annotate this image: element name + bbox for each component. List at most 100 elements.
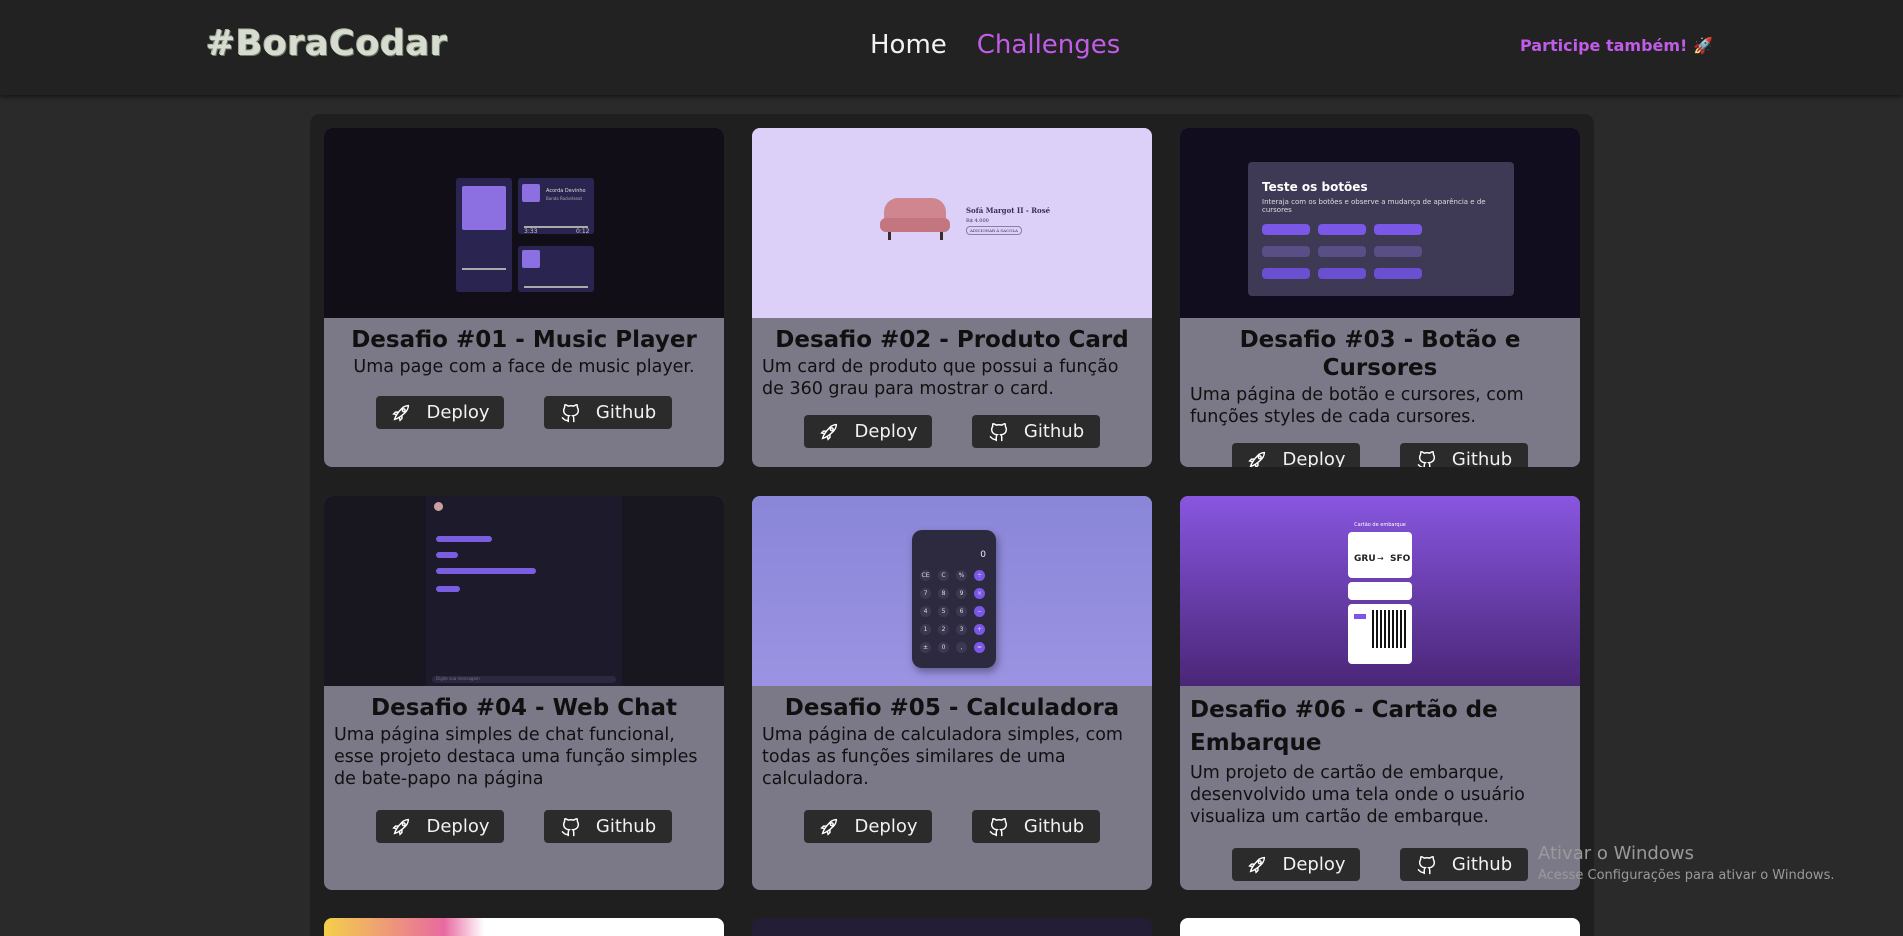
rocket-icon — [1248, 451, 1266, 467]
calc-key: 3 — [956, 624, 967, 635]
thumb-chat-placeholder: Digite sua mensagem — [436, 676, 480, 681]
thumb-heading: Teste os botões — [1262, 180, 1368, 194]
calc-key: ÷ — [974, 570, 985, 581]
card-title: Desafio #01 - Music Player — [351, 327, 697, 353]
deploy-button[interactable]: Deploy — [376, 396, 504, 429]
card-description: Uma página de botão e cursores, com funç… — [1190, 385, 1524, 427]
calc-key: 5 — [938, 606, 949, 617]
calc-key: CE — [920, 570, 931, 581]
github-button[interactable]: Github — [972, 415, 1100, 448]
thumb-calc-display: 0 — [980, 550, 986, 560]
card-thumbnail: Cartão de embarque GRU → SFO — [1180, 496, 1580, 686]
deploy-label: Deploy — [854, 816, 918, 837]
calc-key: ± — [920, 642, 931, 653]
rocket-icon — [820, 818, 838, 836]
thumb-time-end: 0:12 — [576, 228, 590, 235]
main-nav: Home Challenges — [870, 30, 1120, 60]
challenge-card-03: Teste os botões Interaja com os botões e… — [1180, 128, 1580, 467]
github-icon — [561, 403, 579, 422]
github-label: Github — [1451, 854, 1513, 875]
thumb-ticket-heading: Cartão de embarque — [1354, 522, 1406, 528]
challenge-card-09-preview — [1180, 918, 1580, 936]
thumb-ticket-from: GRU — [1354, 554, 1376, 564]
challenges-grid: Acorda Devinho Banda Rocketseat 3:33 0:1… — [310, 114, 1594, 936]
card-thumbnail: Digite sua mensagem — [324, 496, 724, 686]
github-icon — [561, 817, 579, 836]
calc-key: 2 — [938, 624, 949, 635]
deploy-button[interactable]: Deploy — [1232, 443, 1360, 467]
card-title: Desafio #03 - Botão e Cursores — [1239, 327, 1521, 381]
thumb-product-button: ADICIONAR À SACOLA — [966, 226, 1022, 235]
github-button[interactable]: Github — [972, 810, 1100, 843]
watermark-title: Ativar o Windows — [1538, 843, 1694, 864]
deploy-button[interactable]: Deploy — [804, 810, 932, 843]
calc-key: C — [938, 570, 949, 581]
site-logo[interactable]: #BoraCodar — [206, 24, 448, 64]
thumb-product-name: Sofá Margot II - Rosé — [966, 206, 1051, 215]
deploy-button[interactable]: Deploy — [804, 415, 932, 448]
calc-key: 0 — [938, 642, 949, 653]
thumb-subheading: Interaja com os botões e observe a mudan… — [1262, 198, 1486, 214]
deploy-label: Deploy — [426, 816, 490, 837]
challenge-card-01: Acorda Devinho Banda Rocketseat 3:33 0:1… — [324, 128, 724, 467]
card-description: Um projeto de cartão de embarque, desenv… — [1190, 763, 1525, 827]
calc-key: 8 — [938, 588, 949, 599]
calc-key: 6 — [956, 606, 967, 617]
card-title: Desafio #02 - Produto Card — [775, 327, 1129, 353]
card-description: Uma page com a face de music player. — [353, 357, 695, 377]
nav-challenges-link[interactable]: Challenges — [977, 30, 1121, 60]
deploy-label: Deploy — [1282, 449, 1346, 467]
challenge-card-07-preview — [324, 918, 724, 936]
challenge-card-06: Cartão de embarque GRU → SFO Desafio #06… — [1180, 496, 1580, 890]
github-icon — [989, 422, 1007, 441]
calc-key: − — [974, 606, 985, 617]
card-description: Um card de produto que possui a função d… — [762, 357, 1119, 399]
deploy-label: Deploy — [854, 421, 918, 442]
calc-key: 9 — [956, 588, 967, 599]
github-label: Github — [1023, 421, 1085, 442]
github-label: Github — [595, 816, 657, 837]
card-description: Uma página simples de chat funcional, es… — [334, 725, 698, 789]
rocket-icon — [1248, 856, 1266, 874]
rocket-icon — [392, 818, 410, 836]
participate-label: Participe também! — [1520, 36, 1688, 55]
github-label: Github — [1023, 816, 1085, 837]
deploy-button[interactable]: Deploy — [376, 810, 504, 843]
calc-key: = — [974, 642, 985, 653]
calc-key: % — [956, 570, 967, 581]
github-icon — [1417, 855, 1435, 874]
card-title: Desafio #04 - Web Chat — [371, 695, 677, 721]
github-label: Github — [595, 402, 657, 423]
github-button[interactable]: Github — [1400, 848, 1528, 881]
rocket-icon — [392, 404, 410, 422]
thumb-product-price: R$ 4.000 — [966, 218, 989, 224]
calc-key: × — [974, 588, 985, 599]
site-header: #BoraCodar Home Challenges Participe tam… — [0, 0, 1903, 95]
calc-key: + — [974, 624, 985, 635]
github-button[interactable]: Github — [544, 810, 672, 843]
github-button[interactable]: Github — [544, 396, 672, 429]
participate-link[interactable]: Participe também! 🚀 — [1520, 36, 1713, 55]
nav-home-link[interactable]: Home — [870, 30, 947, 60]
card-thumbnail: 0 CE C% ÷ 7 8 9 × 4 5 6− 1 2 3 + ±0, = — [752, 496, 1152, 686]
thumb-time-start: 3:33 — [524, 228, 538, 235]
rocket-icon — [820, 423, 838, 441]
github-label: Github — [1451, 449, 1513, 467]
calc-key: 4 — [920, 606, 931, 617]
card-description: Uma página de calculadora simples, com t… — [762, 725, 1123, 789]
calc-key: 7 — [920, 588, 931, 599]
github-button[interactable]: Github — [1400, 443, 1528, 467]
calc-key: , — [956, 642, 967, 653]
card-title: Desafio #05 - Calculadora — [784, 695, 1120, 721]
deploy-label: Deploy — [1282, 854, 1346, 875]
github-icon — [1417, 450, 1435, 467]
deploy-label: Deploy — [426, 402, 490, 423]
thumb-band: Banda Rocketseat — [546, 196, 583, 201]
deploy-button[interactable]: Deploy — [1232, 848, 1360, 881]
github-icon — [989, 817, 1007, 836]
watermark-subtitle: Acesse Configurações para ativar o Windo… — [1538, 868, 1835, 883]
challenge-card-04: Digite sua mensagem Desafio #04 - Web Ch… — [324, 496, 724, 890]
challenge-card-02: Sofá Margot II - Rosé R$ 4.000 ADICIONAR… — [752, 128, 1152, 467]
calc-key: 1 — [920, 624, 931, 635]
card-thumbnail: Acorda Devinho Banda Rocketseat 3:33 0:1… — [324, 128, 724, 318]
